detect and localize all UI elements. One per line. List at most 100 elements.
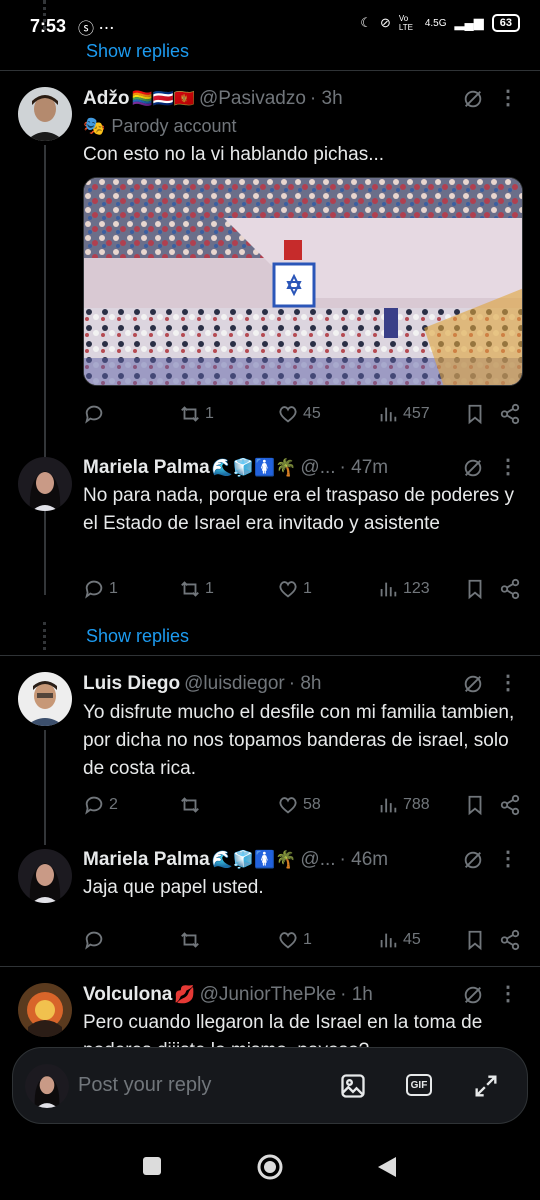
repost-icon [181,932,199,948]
reply-button[interactable]: 2 [83,793,118,817]
share-button[interactable] [499,928,521,952]
bookmark-button[interactable] [464,577,486,601]
grok-icon[interactable] [462,457,484,479]
tweet-time[interactable]: · 47m [340,457,389,479]
reply-composer[interactable]: Post your reply GIF [12,1047,528,1124]
author-handle[interactable]: @... [300,457,335,479]
expand-icon[interactable] [472,1072,500,1100]
author-handle[interactable]: @... [300,849,335,871]
tweet-text: Con esto no la vi hablando pichas... [83,144,385,165]
grok-icon[interactable] [462,673,484,695]
avatar[interactable] [18,849,72,903]
views-button[interactable]: 45 [377,928,421,952]
repost-button[interactable] [179,928,205,952]
repost-button[interactable]: 1 [179,402,214,426]
tweet-actions: 1 1 1 123 [83,577,523,601]
repost-button[interactable] [179,793,205,817]
heart-icon [279,406,297,423]
share-button[interactable] [499,402,521,426]
repost-icon [181,797,199,813]
like-button[interactable]: 58 [277,793,321,817]
tweet-time[interactable]: · 1h [340,984,373,1006]
more-icon[interactable]: ⋮ [498,984,518,1004]
views-icon [380,933,397,948]
show-replies-link[interactable]: Show replies [86,626,189,647]
alarm-off-icon: ⊘ [379,15,391,30]
more-icon[interactable]: ⋮ [498,673,518,693]
reply-input[interactable]: Post your reply [78,1074,211,1097]
views-button[interactable]: 788 [377,793,430,817]
moon-icon: ☾ [360,15,372,30]
author-name[interactable]: Adžo [83,88,129,110]
back-icon[interactable] [376,1155,398,1179]
like-button[interactable]: 45 [277,402,321,426]
share-icon [500,403,520,425]
author-handle[interactable]: @luisdiegor [184,673,285,695]
share-icon [500,794,520,816]
heart-icon [279,932,297,949]
tweet-time[interactable]: · 8h [289,673,322,695]
tweet-actions: 1 45 457 [83,402,523,426]
author-name[interactable]: Mariela Palma [83,457,210,479]
status-bar: 7:53 ⓢ ⋯ ☾ ⊘ Vo LTE 4.5G ▂▄▆ 63 [0,0,540,40]
author-handle[interactable]: @JuniorThePke [200,984,337,1006]
like-count: 58 [303,796,321,813]
reply-button[interactable]: 1 [83,577,118,601]
tweet-time[interactable]: · 46m [340,849,389,871]
views-button[interactable]: 123 [377,577,430,601]
tweet-image[interactable] [83,177,523,386]
author-name[interactable]: Volculona [83,984,172,1006]
share-button[interactable] [499,793,521,817]
parody-text: Parody account [111,116,237,136]
recents-icon[interactable] [141,1155,163,1177]
reply-count: 2 [109,796,118,813]
gif-icon[interactable]: GIF [406,1074,432,1096]
views-icon [380,407,397,422]
grok-icon[interactable] [462,88,484,110]
mask-icon: 🎭 [83,116,106,136]
bookmark-button[interactable] [464,793,486,817]
reply-icon [85,405,103,424]
avatar[interactable] [18,87,72,141]
grok-icon[interactable] [462,849,484,871]
like-button[interactable]: 1 [277,928,312,952]
like-button[interactable]: 1 [277,577,312,601]
divider [0,655,540,656]
reply-icon [85,796,103,815]
grok-icon[interactable] [462,984,484,1006]
bookmark-button[interactable] [464,402,486,426]
tweet-header: Mariela Palma 🌊🧊🚺🌴 @... · 46m [83,849,520,871]
reply-button[interactable] [83,402,109,426]
avatar[interactable] [18,672,72,726]
views-count: 45 [403,931,421,948]
author-handle[interactable]: @Pasivadzo [199,88,306,110]
more-icon[interactable]: ⋮ [498,849,518,869]
tweet-time[interactable]: · 3h [310,88,343,110]
author-name[interactable]: Mariela Palma [83,849,210,871]
like-count: 1 [303,931,312,948]
avatar[interactable] [18,983,72,1037]
views-button[interactable]: 457 [377,402,430,426]
reply-button[interactable] [83,928,109,952]
views-count: 457 [403,405,430,422]
image-icon[interactable] [339,1072,367,1100]
more-icon[interactable]: ⋮ [498,457,518,477]
tweet-header: Adžo 🏳️‍🌈🇨🇷🇲🇪 @Pasivadzo · 3h [83,88,520,110]
volte-label: Vo LTE [398,14,413,32]
share-button[interactable] [499,577,521,601]
bookmark-button[interactable] [464,928,486,952]
author-name[interactable]: Luis Diego [83,673,180,695]
show-replies-link[interactable]: Show replies [86,41,189,62]
signal-icon: ▂▄▆ [454,15,484,30]
views-count: 788 [403,796,430,813]
heart-icon [279,797,297,814]
bookmark-icon [468,404,482,425]
views-count: 123 [403,580,430,597]
more-icon[interactable]: ⋮ [498,88,518,108]
avatar[interactable] [18,457,72,511]
tweet-text: No para nada, porque era el traspaso de … [83,485,514,534]
reply-count: 1 [109,580,118,597]
heart-icon [279,581,297,598]
home-icon[interactable] [256,1153,284,1181]
repost-button[interactable]: 1 [179,577,214,601]
